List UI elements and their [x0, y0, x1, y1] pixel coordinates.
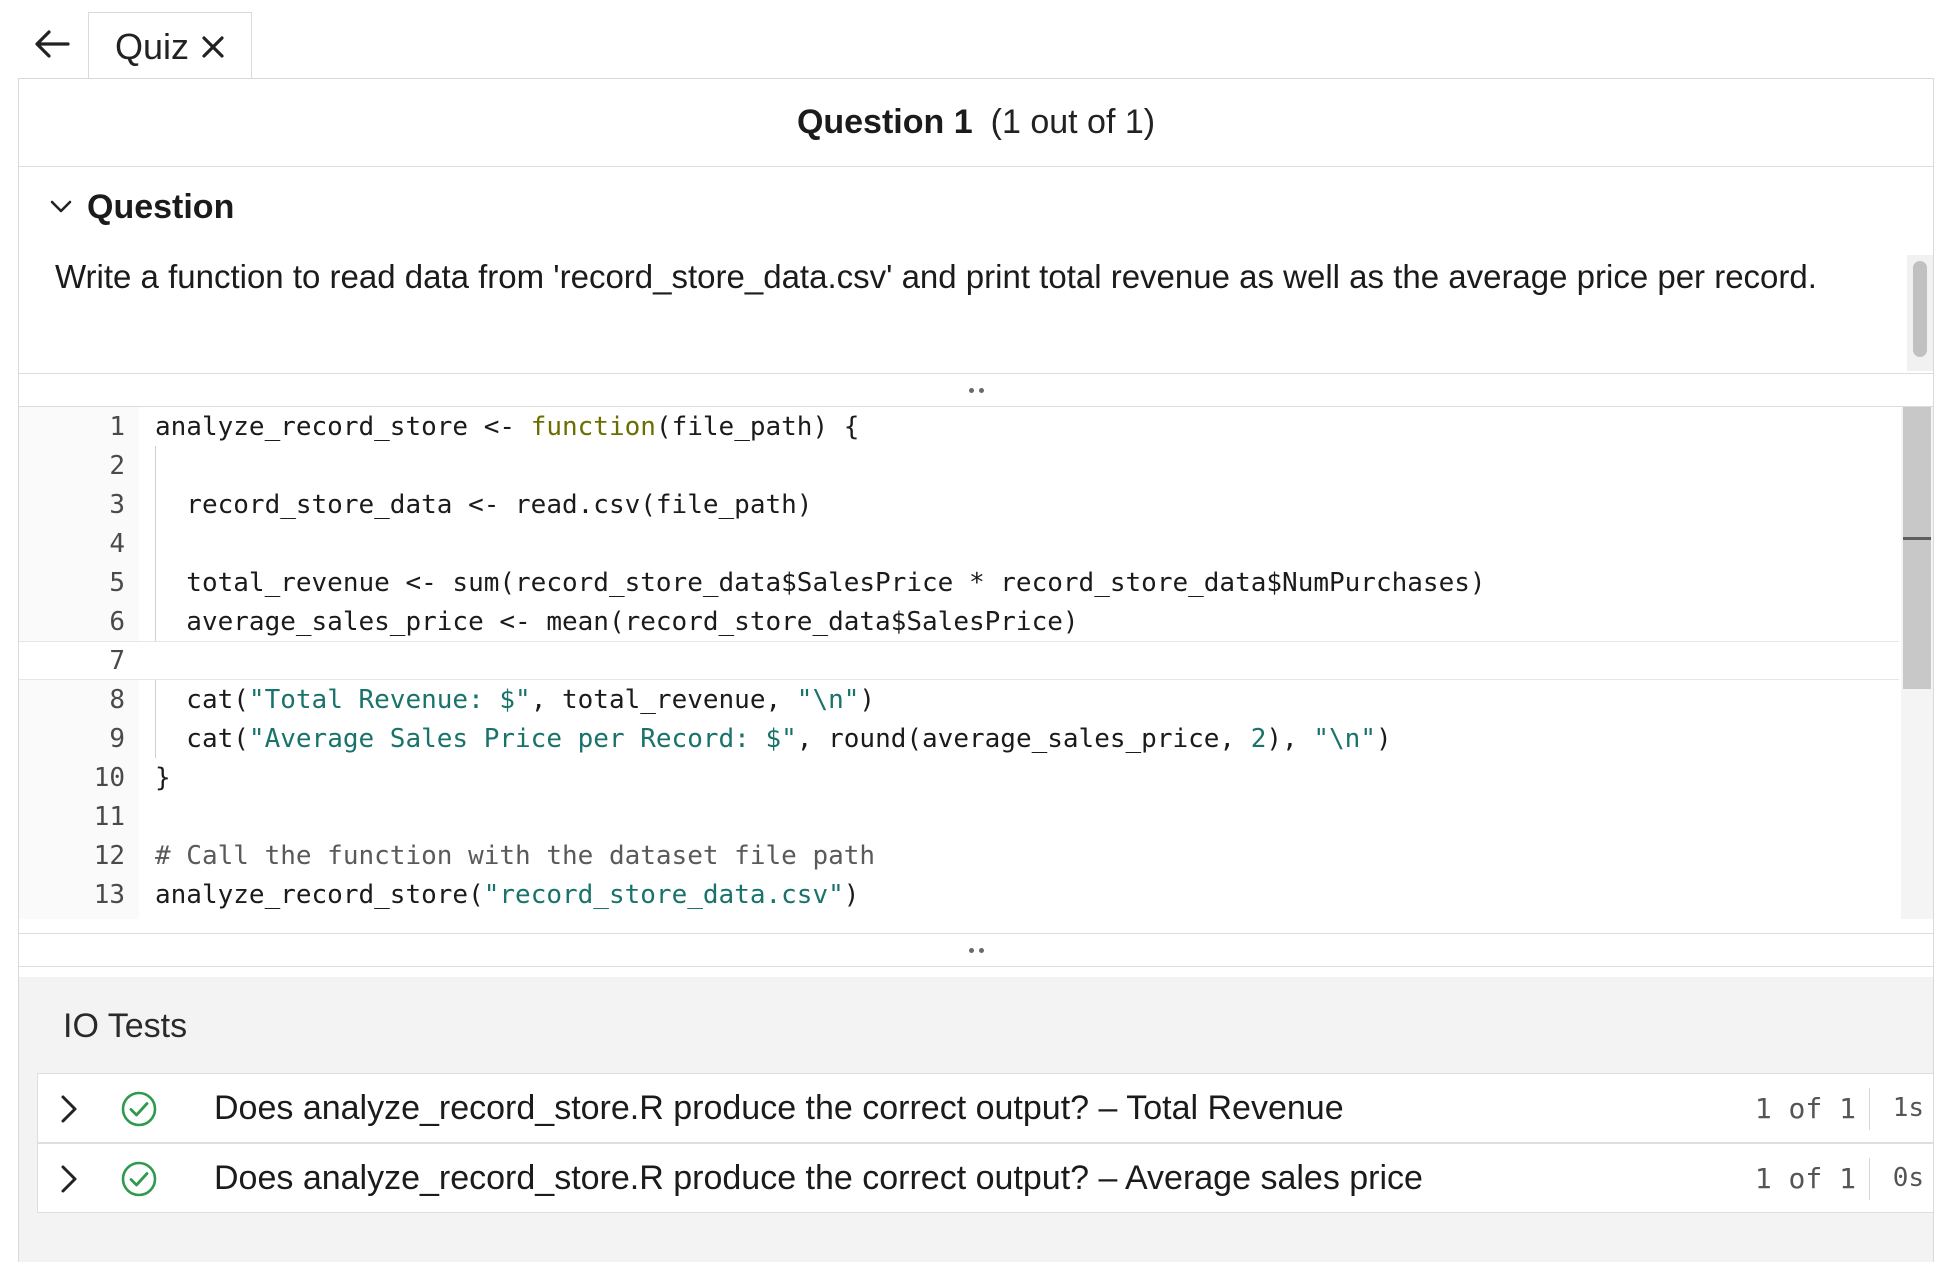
chevron-right-icon[interactable]	[60, 1094, 78, 1124]
line-number: 2	[109, 450, 125, 481]
code-line-11[interactable]: 11	[19, 797, 1899, 836]
tab-label: Quiz	[115, 25, 190, 67]
line-number: 13	[93, 879, 125, 910]
io-test-label: Does analyze_record_store.R produce the …	[214, 1088, 1344, 1127]
line-number: 4	[109, 528, 125, 559]
code-comment: # Call the function with the dataset fil…	[155, 840, 876, 871]
code-line-3[interactable]: 3 record_store_data <- read.csv(file_pat…	[19, 485, 1899, 524]
io-test-time: 1s	[1892, 1093, 1924, 1123]
back-button[interactable]	[24, 14, 80, 74]
io-test-row-1[interactable]: Does analyze_record_store.R produce the …	[37, 1073, 1933, 1143]
editor-scrollbar-thumb[interactable]	[1903, 407, 1931, 689]
line-number: 8	[109, 684, 125, 715]
question-section-label: Question	[87, 187, 235, 226]
question-scrollbar[interactable]	[1907, 255, 1933, 371]
question-scrollbar-thumb[interactable]	[1913, 261, 1927, 357]
quiz-panel: Question 1 (1 out of 1) Question Write a…	[18, 78, 1934, 1262]
code-line-12[interactable]: 12 # Call the function with the dataset …	[19, 836, 1899, 875]
code-line-6[interactable]: 6 average_sales_price <- mean(record_sto…	[19, 602, 1899, 641]
grip-icon	[968, 947, 984, 953]
code-line-1[interactable]: 1 analyze_record_store <- function(file_…	[19, 407, 1899, 446]
line-number: 1	[109, 411, 125, 442]
line-number: 3	[109, 489, 125, 520]
io-test-row-2[interactable]: Does analyze_record_store.R produce the …	[37, 1143, 1933, 1213]
chevron-down-icon	[49, 199, 73, 215]
code-editor[interactable]: 1 analyze_record_store <- function(file_…	[19, 407, 1933, 919]
grip-icon	[968, 387, 984, 393]
io-test-separator	[1869, 1158, 1870, 1200]
question-header: Question 1 (1 out of 1)	[19, 79, 1933, 167]
io-test-separator	[1869, 1088, 1870, 1130]
code-line-2[interactable]: 2	[19, 446, 1899, 485]
tab-bar: Quiz	[0, 0, 1942, 80]
line-number: 7	[109, 645, 125, 676]
io-test-count: 1 of 1	[1754, 1091, 1856, 1125]
line-number: 10	[93, 762, 125, 793]
io-tests-panel: IO Tests Does analyze_record_store.R pro…	[19, 977, 1933, 1262]
code-line-13[interactable]: 13 analyze_record_store("record_store_da…	[19, 875, 1899, 914]
close-icon	[202, 35, 224, 58]
code-line-8[interactable]: 8 cat("Total Revenue: $", total_revenue,…	[19, 680, 1899, 719]
line-number: 6	[109, 606, 125, 637]
editor-scrollbar[interactable]	[1901, 407, 1933, 919]
check-circle-icon	[120, 1160, 158, 1198]
check-circle-icon	[120, 1090, 158, 1128]
code-line-5[interactable]: 5 total_revenue <- sum(record_store_data…	[19, 563, 1899, 602]
line-number: 9	[109, 723, 125, 754]
io-test-time: 0s	[1892, 1163, 1924, 1193]
code-text: cat("Average Sales Price per Record: $",…	[155, 723, 1392, 754]
line-number: 11	[93, 801, 125, 832]
code-text: total_revenue <- sum(record_store_data$S…	[155, 567, 1486, 598]
code-text: analyze_record_store("record_store_data.…	[155, 879, 860, 910]
editor-scrollbar-cursor-marker	[1903, 537, 1931, 540]
chevron-right-icon[interactable]	[60, 1164, 78, 1194]
resize-handle-bottom[interactable]	[19, 933, 1933, 967]
resize-handle-top[interactable]	[19, 373, 1933, 407]
code-line-10[interactable]: 10 }	[19, 758, 1899, 797]
code-text: }	[155, 762, 171, 793]
code-text: cat("Total Revenue: $", total_revenue, "…	[155, 684, 876, 715]
question-count: (1 out of 1)	[990, 103, 1156, 141]
question-text: Write a function to read data from 'reco…	[55, 258, 1817, 295]
code-text: analyze_record_store <- function(file_pa…	[155, 411, 860, 442]
code-line-7-active[interactable]: 7	[19, 641, 1899, 680]
code-line-4[interactable]: 4	[19, 524, 1899, 563]
io-test-count: 1 of 1	[1754, 1161, 1856, 1195]
code-line-9[interactable]: 9 cat("Average Sales Price per Record: $…	[19, 719, 1899, 758]
code-text: average_sales_price <- mean(record_store…	[155, 606, 1079, 637]
question-section-toggle[interactable]: Question	[49, 183, 234, 231]
question-title: Question 1	[796, 103, 973, 141]
line-number: 12	[93, 840, 125, 871]
code-text: record_store_data <- read.csv(file_path)	[155, 489, 813, 520]
tab-close-button[interactable]	[201, 35, 225, 59]
io-test-label: Does analyze_record_store.R produce the …	[214, 1158, 1423, 1197]
arrow-left-icon	[35, 30, 70, 58]
io-tests-title: IO Tests	[63, 1007, 188, 1045]
tab-quiz[interactable]: Quiz	[88, 12, 252, 80]
line-number: 5	[109, 567, 125, 598]
